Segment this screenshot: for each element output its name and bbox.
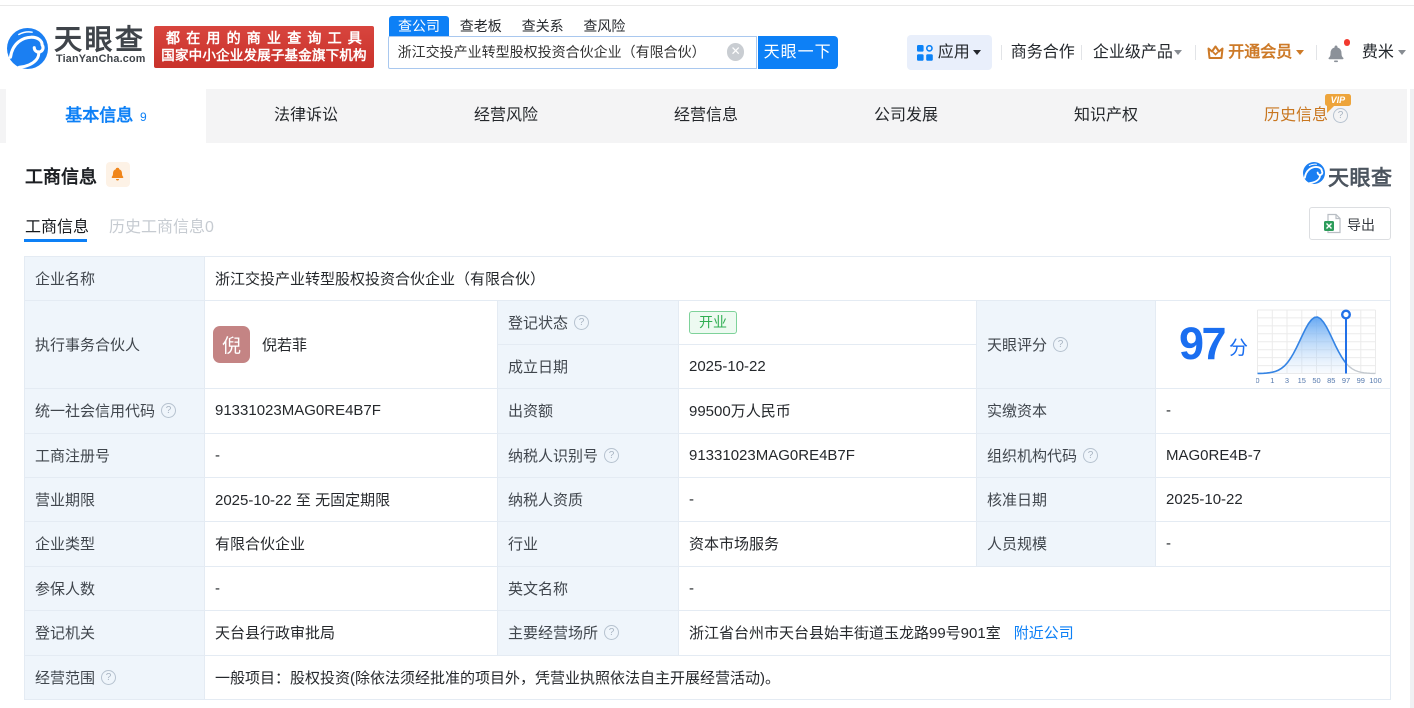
- svg-text:85: 85: [1327, 376, 1335, 385]
- svg-text:15: 15: [1298, 376, 1306, 385]
- svg-text:97: 97: [1342, 376, 1350, 385]
- svg-text:99: 99: [1357, 376, 1365, 385]
- svg-text:0: 0: [1256, 376, 1260, 385]
- svg-text:50: 50: [1312, 376, 1320, 385]
- svg-text:1: 1: [1270, 376, 1274, 385]
- svg-text:100: 100: [1369, 376, 1382, 385]
- svg-text:3: 3: [1285, 376, 1289, 385]
